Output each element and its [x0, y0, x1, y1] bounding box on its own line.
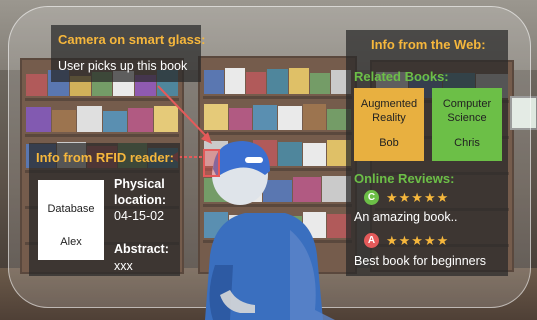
location-label-line2: location: [114, 193, 167, 207]
location-value: 04-15-02 [114, 209, 165, 223]
related-book-title-line1: Computer [442, 98, 492, 110]
related-book-author: Chris [454, 137, 480, 149]
online-reviews-title: Online Reviews: [354, 171, 455, 186]
camera-panel-title: Camera on smart glass: [58, 32, 206, 47]
database-card[interactable]: Database Alex [38, 180, 104, 260]
ar-scene: Camera on smart glass: User picks up thi… [0, 0, 537, 320]
database-label: Database [47, 203, 95, 215]
book-highlight-box [203, 149, 220, 177]
related-book-title-line2: Reality [372, 112, 406, 124]
camera-panel-text: User picks up this book [58, 59, 188, 73]
review-stars: ★★★★★ [386, 233, 450, 248]
related-book-card[interactable]: Computer Science Chris [432, 88, 502, 161]
location-label-line1: Physical [114, 177, 165, 191]
web-panel-title: Info from the Web: [371, 37, 486, 52]
related-book-title-line1: Augmented [360, 98, 418, 110]
review-text: Best book for beginners [354, 254, 487, 268]
related-book-title-line2: Science [447, 112, 487, 124]
related-book-author: Bob [379, 137, 399, 149]
camera-arrow [157, 85, 212, 144]
web-panel: Info from the Web: Related Books: Augmen… [346, 30, 508, 276]
review-text: An amazing book.. [354, 210, 458, 224]
database-name: Alex [60, 236, 82, 248]
reviewer-avatar-c: C [364, 190, 379, 205]
related-book-card[interactable]: Augmented Reality Bob [354, 88, 424, 161]
related-books-title: Related Books: [354, 69, 449, 84]
abstract-label: Abstract: [114, 242, 169, 256]
review-stars: ★★★★★ [386, 190, 450, 205]
rfid-panel-title: Info from RFID reader: [36, 150, 174, 165]
camera-panel: Camera on smart glass: User picks up thi… [51, 25, 205, 82]
reviewer-avatar-a: A [364, 233, 379, 248]
abstract-value: xxx [114, 259, 133, 273]
rfid-panel: Info from RFID reader: Database Alex Phy… [29, 143, 180, 276]
